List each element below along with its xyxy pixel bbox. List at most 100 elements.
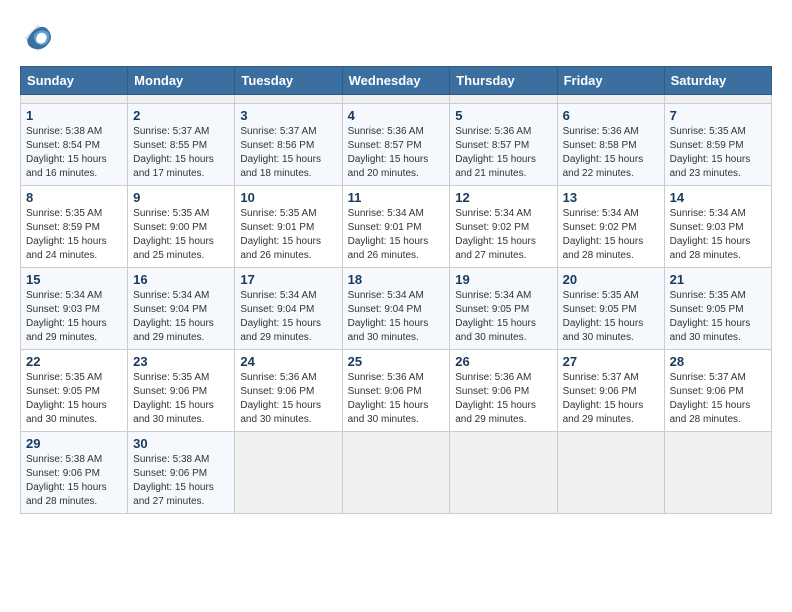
cell-info: Sunrise: 5:35 AM Sunset: 9:05 PM Dayligh… <box>563 289 659 345</box>
calendar-cell <box>664 95 771 104</box>
day-number: 13 <box>563 190 659 205</box>
cell-info: Sunrise: 5:34 AM Sunset: 9:05 PM Dayligh… <box>455 289 551 345</box>
day-header-saturday: Saturday <box>664 67 771 95</box>
day-number: 5 <box>455 108 551 123</box>
calendar-cell: 30 Sunrise: 5:38 AM Sunset: 9:06 PM Dayli… <box>128 432 235 514</box>
cell-info: Sunrise: 5:34 AM Sunset: 9:03 PM Dayligh… <box>26 289 122 345</box>
cell-info: Sunrise: 5:34 AM Sunset: 9:04 PM Dayligh… <box>348 289 445 345</box>
calendar-cell <box>557 432 664 514</box>
day-number: 30 <box>133 436 229 451</box>
cell-info: Sunrise: 5:34 AM Sunset: 9:01 PM Dayligh… <box>348 207 445 263</box>
cell-info: Sunrise: 5:36 AM Sunset: 8:57 PM Dayligh… <box>348 125 445 181</box>
day-number: 29 <box>26 436 122 451</box>
calendar-cell <box>450 432 557 514</box>
cell-info: Sunrise: 5:37 AM Sunset: 9:06 PM Dayligh… <box>563 371 659 427</box>
day-number: 22 <box>26 354 122 369</box>
cell-info: Sunrise: 5:34 AM Sunset: 9:04 PM Dayligh… <box>240 289 336 345</box>
calendar-header-row: SundayMondayTuesdayWednesdayThursdayFrid… <box>21 67 772 95</box>
calendar-cell: 18 Sunrise: 5:34 AM Sunset: 9:04 PM Dayli… <box>342 268 450 350</box>
day-number: 25 <box>348 354 445 369</box>
day-number: 27 <box>563 354 659 369</box>
calendar-cell: 10Sunrise: 5:35 AM Sunset: 9:01 PM Dayli… <box>235 186 342 268</box>
day-number: 21 <box>670 272 766 287</box>
calendar-cell <box>235 95 342 104</box>
cell-info: Sunrise: 5:37 AM Sunset: 8:55 PM Dayligh… <box>133 125 229 181</box>
calendar-week-row <box>21 95 772 104</box>
day-number: 18 <box>348 272 445 287</box>
calendar-cell: 7Sunrise: 5:35 AM Sunset: 8:59 PM Daylig… <box>664 104 771 186</box>
day-number: 7 <box>670 108 766 123</box>
calendar-cell: 26Sunrise: 5:36 AM Sunset: 9:06 PM Dayli… <box>450 350 557 432</box>
cell-info: Sunrise: 5:37 AM Sunset: 9:06 PM Dayligh… <box>670 371 766 427</box>
day-number: 17 <box>240 272 336 287</box>
day-number: 24 <box>240 354 336 369</box>
cell-info: Sunrise: 5:36 AM Sunset: 9:06 PM Dayligh… <box>455 371 551 427</box>
calendar-cell: 8Sunrise: 5:35 AM Sunset: 8:59 PM Daylig… <box>21 186 128 268</box>
cell-info: Sunrise: 5:38 AM Sunset: 8:54 PM Dayligh… <box>26 125 122 181</box>
calendar-cell: 12Sunrise: 5:34 AM Sunset: 9:02 PM Dayli… <box>450 186 557 268</box>
calendar-cell <box>557 95 664 104</box>
calendar-cell: 28 Sunrise: 5:37 AM Sunset: 9:06 PM Dayli… <box>664 350 771 432</box>
calendar-week-row: 1 Sunrise: 5:38 AM Sunset: 8:54 PM Daylig… <box>21 104 772 186</box>
day-number: 11 <box>348 190 445 205</box>
day-header-wednesday: Wednesday <box>342 67 450 95</box>
cell-info: Sunrise: 5:35 AM Sunset: 9:05 PM Dayligh… <box>26 371 122 427</box>
calendar-cell: 5Sunrise: 5:36 AM Sunset: 8:57 PM Daylig… <box>450 104 557 186</box>
day-number: 28 <box>670 354 766 369</box>
cell-info: Sunrise: 5:35 AM Sunset: 8:59 PM Dayligh… <box>26 207 122 263</box>
calendar-cell <box>342 432 450 514</box>
day-header-friday: Friday <box>557 67 664 95</box>
day-header-monday: Monday <box>128 67 235 95</box>
day-number: 19 <box>455 272 551 287</box>
calendar-week-row: 22 Sunrise: 5:35 AM Sunset: 9:05 PM Dayli… <box>21 350 772 432</box>
day-number: 6 <box>563 108 659 123</box>
cell-info: Sunrise: 5:35 AM Sunset: 9:05 PM Dayligh… <box>670 289 766 345</box>
calendar-week-row: 8Sunrise: 5:35 AM Sunset: 8:59 PM Daylig… <box>21 186 772 268</box>
day-header-sunday: Sunday <box>21 67 128 95</box>
calendar-cell: 13 Sunrise: 5:34 AM Sunset: 9:02 PM Dayli… <box>557 186 664 268</box>
calendar-cell: 9 Sunrise: 5:35 AM Sunset: 9:00 PM Daylig… <box>128 186 235 268</box>
cell-info: Sunrise: 5:37 AM Sunset: 8:56 PM Dayligh… <box>240 125 336 181</box>
cell-info: Sunrise: 5:38 AM Sunset: 9:06 PM Dayligh… <box>26 453 122 509</box>
calendar-cell: 16 Sunrise: 5:34 AM Sunset: 9:04 PM Dayli… <box>128 268 235 350</box>
calendar-cell <box>235 432 342 514</box>
day-number: 4 <box>348 108 445 123</box>
day-number: 20 <box>563 272 659 287</box>
day-number: 9 <box>133 190 229 205</box>
day-number: 16 <box>133 272 229 287</box>
day-header-tuesday: Tuesday <box>235 67 342 95</box>
cell-info: Sunrise: 5:38 AM Sunset: 9:06 PM Dayligh… <box>133 453 229 509</box>
cell-info: Sunrise: 5:34 AM Sunset: 9:02 PM Dayligh… <box>563 207 659 263</box>
calendar-table: SundayMondayTuesdayWednesdayThursdayFrid… <box>20 66 772 514</box>
day-number: 14 <box>670 190 766 205</box>
calendar-cell: 27 Sunrise: 5:37 AM Sunset: 9:06 PM Dayli… <box>557 350 664 432</box>
calendar-cell: 22 Sunrise: 5:35 AM Sunset: 9:05 PM Dayli… <box>21 350 128 432</box>
calendar-week-row: 29 Sunrise: 5:38 AM Sunset: 9:06 PM Dayli… <box>21 432 772 514</box>
cell-info: Sunrise: 5:35 AM Sunset: 9:00 PM Dayligh… <box>133 207 229 263</box>
calendar-cell: 29 Sunrise: 5:38 AM Sunset: 9:06 PM Dayli… <box>21 432 128 514</box>
calendar-cell: 1 Sunrise: 5:38 AM Sunset: 8:54 PM Daylig… <box>21 104 128 186</box>
cell-info: Sunrise: 5:34 AM Sunset: 9:04 PM Dayligh… <box>133 289 229 345</box>
calendar-cell: 6Sunrise: 5:36 AM Sunset: 8:58 PM Daylig… <box>557 104 664 186</box>
calendar-cell: 4 Sunrise: 5:36 AM Sunset: 8:57 PM Daylig… <box>342 104 450 186</box>
calendar-cell <box>128 95 235 104</box>
calendar-cell: 23Sunrise: 5:35 AM Sunset: 9:06 PM Dayli… <box>128 350 235 432</box>
calendar-cell: 3Sunrise: 5:37 AM Sunset: 8:56 PM Daylig… <box>235 104 342 186</box>
calendar-cell: 25Sunrise: 5:36 AM Sunset: 9:06 PM Dayli… <box>342 350 450 432</box>
calendar-cell: 14Sunrise: 5:34 AM Sunset: 9:03 PM Dayli… <box>664 186 771 268</box>
day-number: 2 <box>133 108 229 123</box>
day-number: 1 <box>26 108 122 123</box>
calendar-cell: 21 Sunrise: 5:35 AM Sunset: 9:05 PM Dayli… <box>664 268 771 350</box>
logo <box>20 20 60 56</box>
calendar-cell: 20 Sunrise: 5:35 AM Sunset: 9:05 PM Dayli… <box>557 268 664 350</box>
day-number: 12 <box>455 190 551 205</box>
calendar-cell: 17 Sunrise: 5:34 AM Sunset: 9:04 PM Dayli… <box>235 268 342 350</box>
calendar-cell <box>450 95 557 104</box>
calendar-cell: 2 Sunrise: 5:37 AM Sunset: 8:55 PM Daylig… <box>128 104 235 186</box>
calendar-cell: 15 Sunrise: 5:34 AM Sunset: 9:03 PM Dayli… <box>21 268 128 350</box>
calendar-cell: 24Sunrise: 5:36 AM Sunset: 9:06 PM Dayli… <box>235 350 342 432</box>
calendar-cell <box>342 95 450 104</box>
day-number: 15 <box>26 272 122 287</box>
cell-info: Sunrise: 5:35 AM Sunset: 9:06 PM Dayligh… <box>133 371 229 427</box>
calendar-cell: 19 Sunrise: 5:34 AM Sunset: 9:05 PM Dayli… <box>450 268 557 350</box>
